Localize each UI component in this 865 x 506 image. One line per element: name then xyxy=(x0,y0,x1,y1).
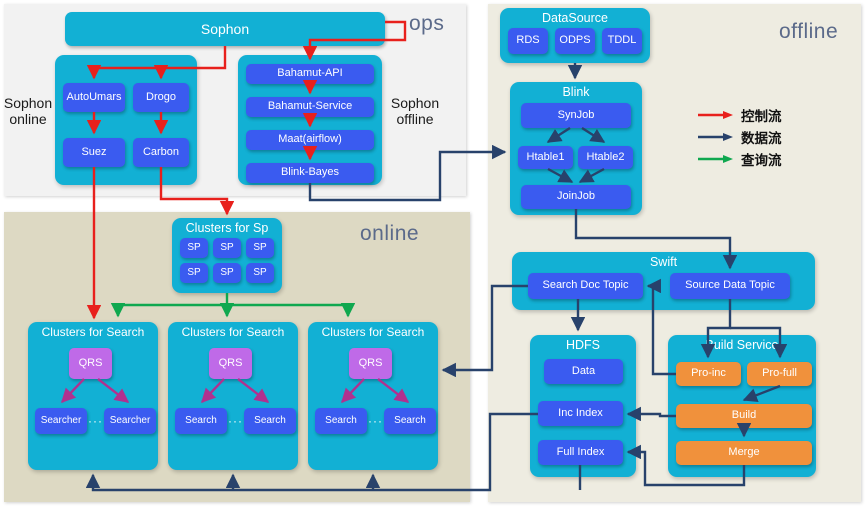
legend: 控制流 数据流 查询流 xyxy=(697,104,782,170)
node-pro-full[interactable]: Pro-full xyxy=(747,362,812,386)
node-sp-3[interactable]: SP xyxy=(246,238,274,258)
node-sp-5[interactable]: SP xyxy=(213,263,241,283)
node-source-data-topic[interactable]: Source Data Topic xyxy=(670,273,790,299)
node-bahamut-service[interactable]: Bahamut-Service xyxy=(246,97,374,117)
node-drogo[interactable]: Drogo xyxy=(133,83,189,112)
group-title-build-service: Build Service xyxy=(705,338,779,352)
label-sophon-online-line1: Sophon xyxy=(3,95,53,111)
node-sp-1[interactable]: SP xyxy=(180,238,208,258)
legend-arrow-data-flow xyxy=(698,133,733,141)
group-title-blink: Blink xyxy=(562,85,590,99)
region-label-online: online xyxy=(360,222,420,245)
group-title-clusters-for-search-1: Clusters for Search xyxy=(41,325,145,339)
legend-label-data-flow: 数据流 xyxy=(741,131,782,146)
node-bahamut-api[interactable]: Bahamut-API xyxy=(246,64,374,84)
sophon-bar[interactable]: Sophon xyxy=(65,12,385,46)
node-htable2[interactable]: Htable2 xyxy=(578,146,633,169)
group-title-hdfs: HDFS xyxy=(565,338,601,352)
node-qrs-2[interactable]: QRS xyxy=(209,348,252,379)
label-sophon-offline: Sophon offline xyxy=(386,95,444,127)
node-data[interactable]: Data xyxy=(544,359,623,384)
group-title-clusters-for-search-2: Clusters for Search xyxy=(181,325,285,339)
node-maat-airflow[interactable]: Maat(airflow) xyxy=(246,130,374,150)
label-sophon-online-line2: online xyxy=(9,111,47,127)
group-title-clusters-for-search-3: Clusters for Search xyxy=(321,325,425,339)
node-blink-bayes[interactable]: Blink-Bayes xyxy=(246,163,374,183)
node-searcher-1-right[interactable]: Searcher xyxy=(104,408,156,434)
ellipsis-searchers-3: ··· xyxy=(368,414,383,428)
node-autoumars[interactable]: AutoUmars xyxy=(63,83,125,112)
node-rds[interactable]: RDS xyxy=(508,28,548,54)
legend-label-control-flow: 控制流 xyxy=(741,109,782,124)
node-merge[interactable]: Merge xyxy=(676,441,812,465)
node-odps[interactable]: ODPS xyxy=(555,28,595,54)
node-search-3-right[interactable]: Search xyxy=(384,408,436,434)
node-suez[interactable]: Suez xyxy=(63,138,125,167)
label-sophon-offline-line2: offline xyxy=(396,111,434,127)
node-search-3-left[interactable]: Search xyxy=(315,408,367,434)
ellipsis-searchers-2: ··· xyxy=(228,414,243,428)
node-sp-2[interactable]: SP xyxy=(213,238,241,258)
node-carbon[interactable]: Carbon xyxy=(133,138,189,167)
legend-arrow-query-flow xyxy=(698,155,733,163)
node-joinjob[interactable]: JoinJob xyxy=(521,185,631,209)
node-qrs-1[interactable]: QRS xyxy=(69,348,112,379)
node-search-doc-topic[interactable]: Search Doc Topic xyxy=(528,273,643,299)
node-build[interactable]: Build xyxy=(676,404,812,428)
node-full-index[interactable]: Full Index xyxy=(538,440,623,465)
region-label-offline: offline xyxy=(779,20,839,43)
node-tddl[interactable]: TDDL xyxy=(602,28,642,54)
node-sp-4[interactable]: SP xyxy=(180,263,208,283)
group-title-clusters-for-sp: Clusters for Sp xyxy=(185,221,269,235)
group-clusters-for-search-1: Clusters for Search xyxy=(28,322,158,470)
label-sophon-offline-line1: Sophon xyxy=(390,95,440,111)
architecture-diagram: ops online offline Sophon Sophon online … xyxy=(0,0,865,506)
group-title-swift: Swift xyxy=(649,255,678,269)
legend-label-query-flow: 查询流 xyxy=(741,153,782,168)
legend-item-query-flow: 查询流 xyxy=(697,148,782,170)
legend-arrow-control-flow xyxy=(698,111,733,119)
group-clusters-for-search-3: Clusters for Search xyxy=(308,322,438,470)
region-label-ops: ops xyxy=(409,12,445,35)
label-sophon-online: Sophon online xyxy=(2,95,54,127)
legend-item-data-flow: 数据流 xyxy=(697,126,782,148)
node-qrs-3[interactable]: QRS xyxy=(349,348,392,379)
group-title-datasource: DataSource xyxy=(541,11,608,25)
legend-item-control-flow: 控制流 xyxy=(697,104,782,126)
node-inc-index[interactable]: Inc Index xyxy=(538,401,623,426)
node-htable1[interactable]: Htable1 xyxy=(518,146,573,169)
group-clusters-for-search-2: Clusters for Search xyxy=(168,322,298,470)
node-pro-inc[interactable]: Pro-inc xyxy=(676,362,741,386)
node-searcher-1-left[interactable]: Searcher xyxy=(35,408,87,434)
ellipsis-searchers-1: ··· xyxy=(88,414,103,428)
node-search-2-right[interactable]: Search xyxy=(244,408,296,434)
node-synjob[interactable]: SynJob xyxy=(521,103,631,128)
node-search-2-left[interactable]: Search xyxy=(175,408,227,434)
node-sp-6[interactable]: SP xyxy=(246,263,274,283)
